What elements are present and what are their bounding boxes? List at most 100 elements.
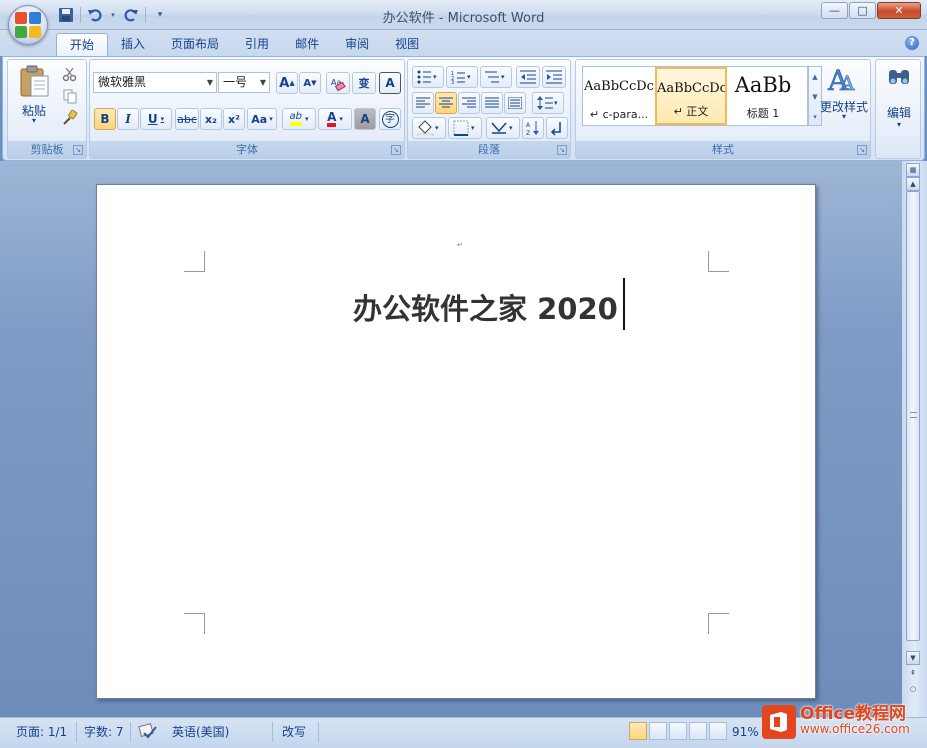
styles-launcher-icon[interactable]: ↘ [857, 145, 867, 155]
print-layout-icon[interactable] [629, 722, 647, 740]
change-case-button[interactable]: Aa ▾ [247, 108, 277, 130]
bullets-button[interactable]: ▾ [412, 66, 444, 88]
tab-view[interactable]: 视图 [382, 33, 432, 56]
borders-button[interactable]: ▾ [448, 117, 482, 139]
shrink-font-icon: A [303, 77, 312, 89]
distributed-button[interactable] [504, 92, 526, 114]
highlight-button[interactable]: ab ▾ [282, 108, 316, 130]
shading-button[interactable]: ▾ [412, 117, 446, 139]
office-button[interactable] [8, 5, 48, 45]
tab-page-layout[interactable]: 页面布局 [158, 33, 232, 56]
font-name-combo[interactable]: 微软雅黑 ▼ [93, 72, 217, 93]
page-count[interactable]: 页面: 1/1 [16, 723, 67, 741]
insert-mode[interactable]: 改写 [282, 723, 306, 741]
paragraph-group-label: 段落 [408, 141, 570, 158]
align-left-button[interactable] [412, 92, 434, 114]
decrease-indent-button[interactable] [516, 66, 540, 88]
style-tile-heading-1[interactable]: AaBb 标题 1 [727, 67, 799, 125]
align-center-icon [439, 97, 453, 108]
document-page[interactable]: ↵ 办公软件之家 2020 [96, 184, 816, 699]
scroll-up-button[interactable]: ▲ [906, 177, 920, 191]
font-size-value: 一号 [223, 75, 248, 89]
document-text[interactable]: 办公软件之家 2020 [353, 286, 618, 328]
ruler-toggle-icon[interactable]: ▦ [906, 163, 920, 177]
style-name: 标题 1 [746, 107, 780, 120]
tab-insert[interactable]: 插入 [108, 33, 158, 56]
line-spacing-button[interactable]: ▾ [532, 92, 564, 114]
clear-format-button[interactable]: Aa [326, 72, 350, 94]
increase-indent-icon [546, 70, 562, 84]
margin-corner-mark [184, 251, 205, 272]
font-group: 微软雅黑 ▼ 一号 ▼ A ▲ A ▼ Aa 变 A B I U ▾ abc x₂ x… [89, 59, 405, 159]
cut-icon[interactable] [62, 66, 80, 84]
increase-indent-button[interactable] [542, 66, 566, 88]
bullets-icon: ▾ [417, 70, 437, 84]
word-count[interactable]: 字数: 7 [84, 723, 124, 741]
vertical-scrollbar[interactable]: ▦ ▲ ▼ ⇞ ○ [902, 161, 927, 717]
justify-button[interactable] [481, 92, 503, 114]
align-center-button[interactable] [435, 92, 457, 114]
tab-home[interactable]: 开始 [56, 33, 109, 56]
tab-mailings[interactable]: 邮件 [282, 33, 332, 56]
style-sample: AaBb [734, 73, 792, 97]
zoom-level[interactable]: 91% [732, 723, 759, 741]
tab-references[interactable]: 引用 [232, 33, 282, 56]
office-logo-icon [762, 705, 796, 739]
font-color-button[interactable]: A ▾ [318, 108, 352, 130]
show-marks-button[interactable] [546, 117, 568, 139]
style-tile-c-para[interactable]: AaBbCcDc ↵ c-para... [583, 67, 655, 125]
subscript-button[interactable]: x₂ [200, 108, 222, 130]
change-styles-button[interactable]: A A 更改样式 ▾ [816, 64, 870, 140]
font-group-label: 字体 [90, 141, 404, 158]
language[interactable]: 英语(美国) [172, 723, 229, 741]
multilevel-list-button[interactable]: ▾ [480, 66, 512, 88]
full-screen-reading-icon[interactable] [649, 722, 667, 740]
svg-text:▾: ▾ [433, 73, 437, 81]
sort-button[interactable]: AZ [522, 117, 544, 139]
scroll-thumb[interactable] [906, 191, 920, 641]
bold-button[interactable]: B [94, 108, 116, 130]
underline-button[interactable]: U ▾ [140, 108, 172, 130]
watermark-text: Office教程网 www.office26.com [800, 706, 910, 737]
draft-icon[interactable] [709, 722, 727, 740]
char-border-button[interactable]: A [379, 72, 401, 94]
web-layout-icon[interactable] [669, 722, 687, 740]
justify-icon [485, 97, 499, 108]
editing-button[interactable]: 编辑 ▾ [880, 64, 918, 144]
font-size-combo[interactable]: 一号 ▼ [218, 72, 270, 93]
style-tile-normal[interactable]: AaBbCcDc ↵ 正文 [655, 67, 727, 125]
format-painter-icon[interactable] [62, 109, 80, 128]
paragraph-group: ▾ 1 2 3 ▾ ▾ ▾ ▾ ▾ ▾ A Z 段落 ↘ [407, 59, 571, 159]
close-button[interactable]: ✕ [877, 2, 921, 19]
font-launcher-icon[interactable]: ↘ [391, 145, 401, 155]
scroll-down-button[interactable]: ▼ [906, 651, 920, 665]
chinese-layout-button[interactable]: ▾ [486, 117, 520, 139]
select-browse-object-icon[interactable]: ○ [906, 683, 920, 697]
help-icon[interactable]: ? [905, 36, 919, 50]
phonetic-guide-button[interactable]: 变 [352, 72, 376, 94]
copy-icon[interactable] [62, 88, 80, 106]
clipboard-launcher-icon[interactable]: ↘ [73, 145, 83, 155]
superscript-button[interactable]: x² [223, 108, 245, 130]
style-name: ↵ 正文 [673, 105, 709, 118]
proofing-icon[interactable] [138, 723, 158, 741]
paste-button[interactable]: 粘贴 ▾ [14, 64, 54, 134]
char-shading-button[interactable]: A [354, 108, 376, 130]
svg-text:▾: ▾ [467, 73, 471, 81]
minimize-button[interactable]: — [821, 2, 848, 19]
paragraph-launcher-icon[interactable]: ↘ [557, 145, 567, 155]
maximize-button[interactable]: □ [849, 2, 876, 19]
italic-button[interactable]: I [117, 108, 139, 130]
numbering-button[interactable]: 1 2 3 ▾ [446, 66, 478, 88]
grow-font-button[interactable]: A ▲ [276, 72, 298, 94]
office-logo-icon [15, 12, 41, 38]
align-right-button[interactable] [458, 92, 480, 114]
svg-text:▾: ▾ [435, 124, 439, 132]
enclose-chars-button[interactable]: 字 [379, 108, 401, 130]
outline-icon[interactable] [689, 722, 707, 740]
style-sample: AaBbCcDc [584, 79, 654, 94]
previous-page-icon[interactable]: ⇞ [906, 667, 920, 681]
strikethrough-button[interactable]: abc [175, 108, 199, 130]
tab-review[interactable]: 审阅 [332, 33, 382, 56]
shrink-font-button[interactable]: A ▼ [299, 72, 321, 94]
